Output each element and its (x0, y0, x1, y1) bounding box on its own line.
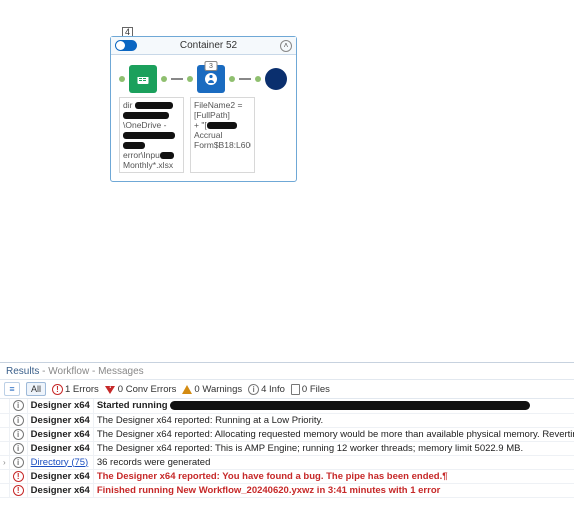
message-source: Designer x64 (27, 427, 93, 441)
row-status-icon-cell: i (9, 455, 27, 469)
message-row[interactable]: › iDirectory (75)36 records were generate… (0, 455, 574, 469)
error-icon: ! (13, 471, 24, 482)
message-source: Designer x64 (27, 441, 93, 455)
row-expand-arrow (0, 469, 9, 483)
filter-all-button[interactable]: All (26, 382, 46, 396)
warning-icon (182, 385, 192, 394)
connection[interactable] (171, 78, 183, 80)
anchor-in[interactable] (119, 76, 125, 82)
message-text: The Designer x64 reported: This is AMP E… (93, 441, 574, 455)
message-source: Designer x64 (27, 483, 93, 497)
row-status-icon-cell: i (9, 441, 27, 455)
directory-tool[interactable] (129, 65, 157, 93)
message-text: The Designer x64 reported: You have foun… (93, 469, 574, 483)
results-title: Results (6, 366, 39, 377)
formula-tool[interactable]: 3 (197, 65, 225, 93)
row-status-icon-cell: ! (9, 469, 27, 483)
directory-icon (135, 71, 151, 87)
container-52[interactable]: Container 52 ˄ (110, 36, 297, 182)
message-row[interactable]: !Designer x64Finished running New Workfl… (0, 483, 574, 497)
row-status-icon-cell: i (9, 413, 27, 427)
filter-conv-errors[interactable]: ! 0 Conv Errors (105, 384, 177, 395)
row-expand-arrow (0, 399, 9, 413)
error-icon: ! (13, 485, 24, 496)
connection[interactable] (239, 78, 251, 80)
directory-tool-annotation[interactable]: dir \OneDrive - error\Inpu Monthly*.xlsx (119, 97, 184, 173)
container-header: Container 52 ˄ (111, 37, 296, 55)
info-icon: i (13, 415, 24, 426)
results-filter-bar: ≡ All ! 1 Errors ! 0 Conv Errors 0 Warni… (0, 380, 574, 399)
anchor-in[interactable] (187, 76, 193, 82)
info-icon: i (248, 384, 259, 395)
formula-icon (203, 71, 219, 87)
message-row[interactable]: iDesigner x64The Designer x64 reported: … (0, 413, 574, 427)
redacted-text (170, 401, 530, 410)
info-icon: i (13, 400, 24, 411)
container-body: 3 dir \OneDrive - (111, 55, 296, 181)
row-expand-arrow (0, 483, 9, 497)
message-text: 36 records were generated (93, 455, 574, 469)
workflow-canvas[interactable]: 4 Container 52 ˄ (0, 0, 574, 355)
filter-warnings[interactable]: 0 Warnings (182, 384, 242, 395)
tool-row: 3 (119, 65, 288, 93)
row-status-icon-cell: ! (9, 483, 27, 497)
message-source: Designer x64 (27, 413, 93, 427)
message-row[interactable]: iDesigner x64The Designer x64 reported: … (0, 427, 574, 441)
dynamic-output[interactable] (265, 68, 287, 90)
results-view-toggle[interactable]: ≡ (4, 382, 20, 396)
results-messages-table: iDesigner x64Started running iDesigner x… (0, 399, 574, 498)
formula-tool-annotation[interactable]: FileName2 = [FullPath] + "[ Accrual Form… (190, 97, 255, 173)
error-icon: ! (52, 384, 63, 395)
message-row[interactable]: iDesigner x64Started running (0, 399, 574, 413)
message-source: Designer x64 (27, 469, 93, 483)
row-expand-arrow (0, 441, 9, 455)
info-icon: i (13, 457, 24, 468)
anchor-out[interactable] (229, 76, 235, 82)
filter-info[interactable]: i 4 Info (248, 384, 285, 395)
info-icon: i (13, 443, 24, 454)
anchor-in[interactable] (255, 76, 261, 82)
anchor-out[interactable] (161, 76, 167, 82)
message-row[interactable]: !Designer x64The Designer x64 reported: … (0, 469, 574, 483)
row-status-icon-cell: i (9, 427, 27, 441)
row-expand-arrow (0, 427, 9, 441)
message-text: Started running (93, 399, 574, 413)
results-panel: Results - Workflow - Messages ≡ All ! 1 … (0, 362, 574, 498)
filter-files[interactable]: 0 Files (291, 384, 330, 395)
info-icon: i (13, 429, 24, 440)
message-row[interactable]: iDesigner x64The Designer x64 reported: … (0, 441, 574, 455)
message-text: Finished running New Workflow_20240620.y… (93, 483, 574, 497)
results-title-bar: Results - Workflow - Messages (0, 363, 574, 380)
tool-record-badge: 3 (205, 61, 218, 71)
row-status-icon-cell: i (9, 399, 27, 413)
results-subtitle: - Workflow - Messages (42, 366, 144, 377)
message-source: Designer x64 (27, 399, 93, 413)
container-collapse-button[interactable]: ˄ (280, 40, 292, 52)
container-title: Container 52 (137, 40, 280, 51)
message-text: The Designer x64 reported: Allocating re… (93, 427, 574, 441)
filter-errors[interactable]: ! 1 Errors (52, 384, 99, 395)
conv-error-icon: ! (105, 384, 116, 395)
container-enable-toggle[interactable] (115, 40, 137, 51)
message-text: The Designer x64 reported: Running at a … (93, 413, 574, 427)
file-icon (291, 384, 300, 395)
row-expand-arrow (0, 413, 9, 427)
row-expand-arrow[interactable]: › (0, 455, 9, 469)
message-source[interactable]: Directory (75) (27, 455, 93, 469)
